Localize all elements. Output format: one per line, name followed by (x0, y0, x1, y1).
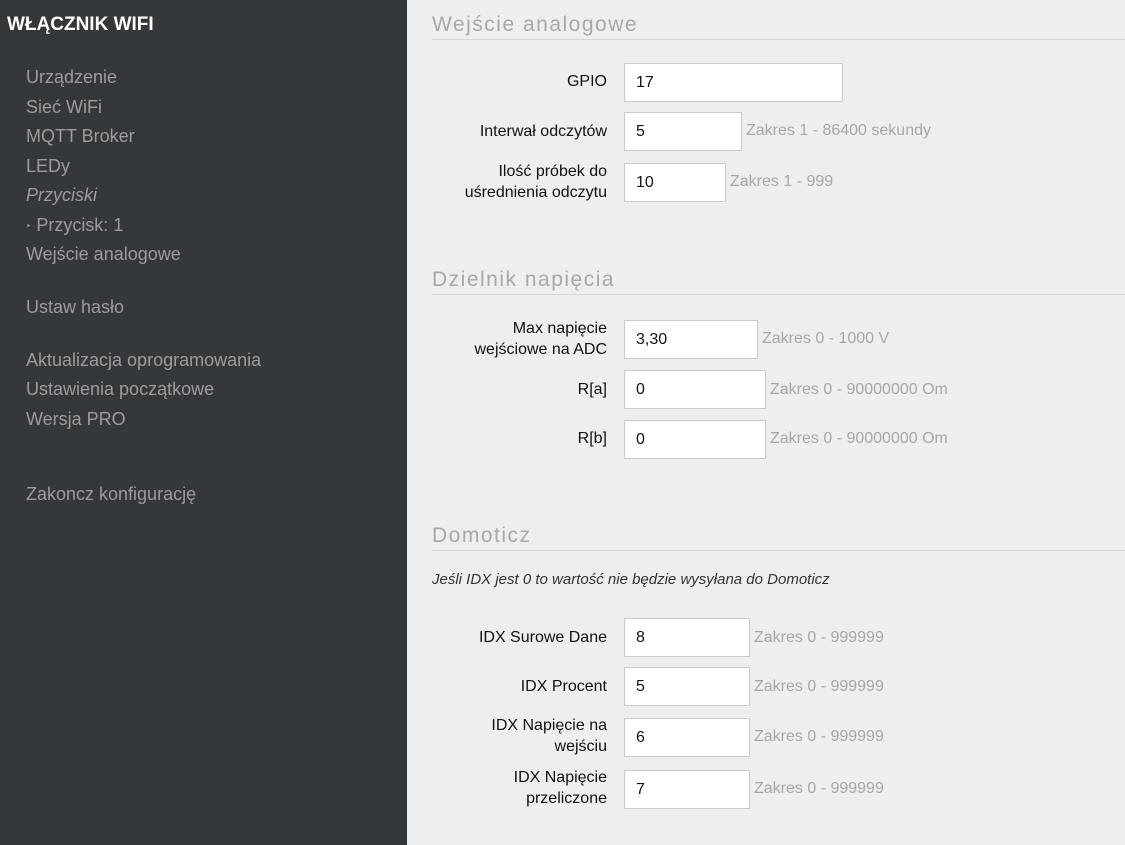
nav-item-device[interactable]: Urządzenie (26, 67, 117, 88)
max-voltage-label-line2: wejściowe na ADC (474, 341, 608, 358)
max-voltage-label-line1: Max napięcie (512, 320, 607, 337)
max-voltage-input[interactable] (624, 320, 758, 359)
ra-hint: Zakres 0 - 90000000 Om (770, 381, 948, 398)
idx-raw-label: IDX Surowe Dane (478, 629, 607, 646)
idx-percent-label: IDX Procent (520, 678, 607, 695)
main-content: Wejście analogowe GPIO Interwał odczytów… (407, 0, 1125, 845)
idx-input-voltage-label: IDX Napięcie na wejściu (491, 715, 607, 757)
interval-label: Interwał odczytów (479, 123, 607, 140)
idx-calc-voltage-input[interactable] (624, 770, 750, 809)
nav-item-analog-input[interactable]: Wejście analogowe (26, 244, 181, 265)
max-voltage-hint: Zakres 0 - 1000 V (762, 330, 890, 347)
idx-input-voltage-label-line1: IDX Napięcie na (491, 717, 607, 734)
nav-item-factory-settings[interactable]: Ustawienia początkowe (26, 379, 214, 400)
nav-item-finish-config[interactable]: Zakoncz konfigurację (26, 484, 196, 505)
samples-label: Ilość próbek do uśrednienia odczytu (465, 161, 607, 203)
samples-hint: Zakres 1 - 999 (730, 173, 834, 190)
samples-input[interactable] (624, 163, 726, 202)
max-voltage-label: Max napięcie wejściowe na ADC (475, 318, 608, 360)
interval-input[interactable] (624, 112, 742, 151)
gpio-label: GPIO (566, 73, 607, 90)
section-title-divider: Dzielnik napięcia (432, 268, 1125, 295)
nav-item-mqtt[interactable]: MQTT Broker (26, 126, 135, 147)
section-title-analog: Wejście analogowe (432, 13, 1125, 40)
caret-right-icon: ‣ (26, 221, 32, 231)
domoticz-note: Jeśli IDX jest 0 to wartość nie będzie w… (432, 571, 830, 588)
idx-input-voltage-hint: Zakres 0 - 999999 (754, 728, 884, 745)
idx-percent-hint: Zakres 0 - 999999 (754, 678, 884, 695)
nav-item-firmware-update[interactable]: Aktualizacja oprogramowania (26, 350, 261, 371)
samples-label-line2: uśrednienia odczytu (464, 184, 607, 201)
idx-raw-hint: Zakres 0 - 999999 (754, 629, 884, 646)
idx-input-voltage-input[interactable] (624, 718, 750, 757)
samples-label-line1: Ilość próbek do (498, 163, 607, 180)
nav-item-wifi[interactable]: Sieć WiFi (26, 97, 102, 118)
idx-calc-voltage-label: IDX Napięcie przeliczone (514, 767, 607, 809)
rb-label: R[b] (577, 430, 607, 447)
interval-hint: Zakres 1 - 86400 sekundy (746, 122, 931, 139)
idx-calc-voltage-hint: Zakres 0 - 999999 (754, 780, 884, 797)
rb-input[interactable] (624, 420, 766, 459)
nav-item-button-1-label: Przycisk: 1 (36, 215, 124, 235)
nav-item-pro-version[interactable]: Wersja PRO (26, 409, 126, 430)
idx-raw-input[interactable] (624, 618, 750, 657)
idx-percent-input[interactable] (624, 667, 750, 706)
ra-input[interactable] (624, 370, 766, 409)
idx-calc-voltage-label-line1: IDX Napięcie (513, 769, 607, 786)
brand-title: WŁĄCZNIK WIFI (7, 14, 154, 35)
nav-item-set-password[interactable]: Ustaw hasło (26, 297, 124, 318)
sidebar: WŁĄCZNIK WIFI Urządzenie Sieć WiFi MQTT … (0, 0, 407, 845)
section-title-domoticz: Domoticz (432, 524, 1125, 551)
nav-item-leds[interactable]: LEDy (26, 156, 70, 177)
idx-input-voltage-label-line2: wejściu (554, 738, 607, 755)
idx-calc-voltage-label-line2: przeliczone (526, 790, 607, 807)
rb-hint: Zakres 0 - 90000000 Om (770, 430, 948, 447)
ra-label: R[a] (577, 381, 607, 398)
nav-item-button-1[interactable]: ‣ Przycisk: 1 (26, 215, 123, 236)
nav-item-buttons[interactable]: Przyciski (26, 185, 97, 206)
gpio-input[interactable] (624, 63, 843, 102)
